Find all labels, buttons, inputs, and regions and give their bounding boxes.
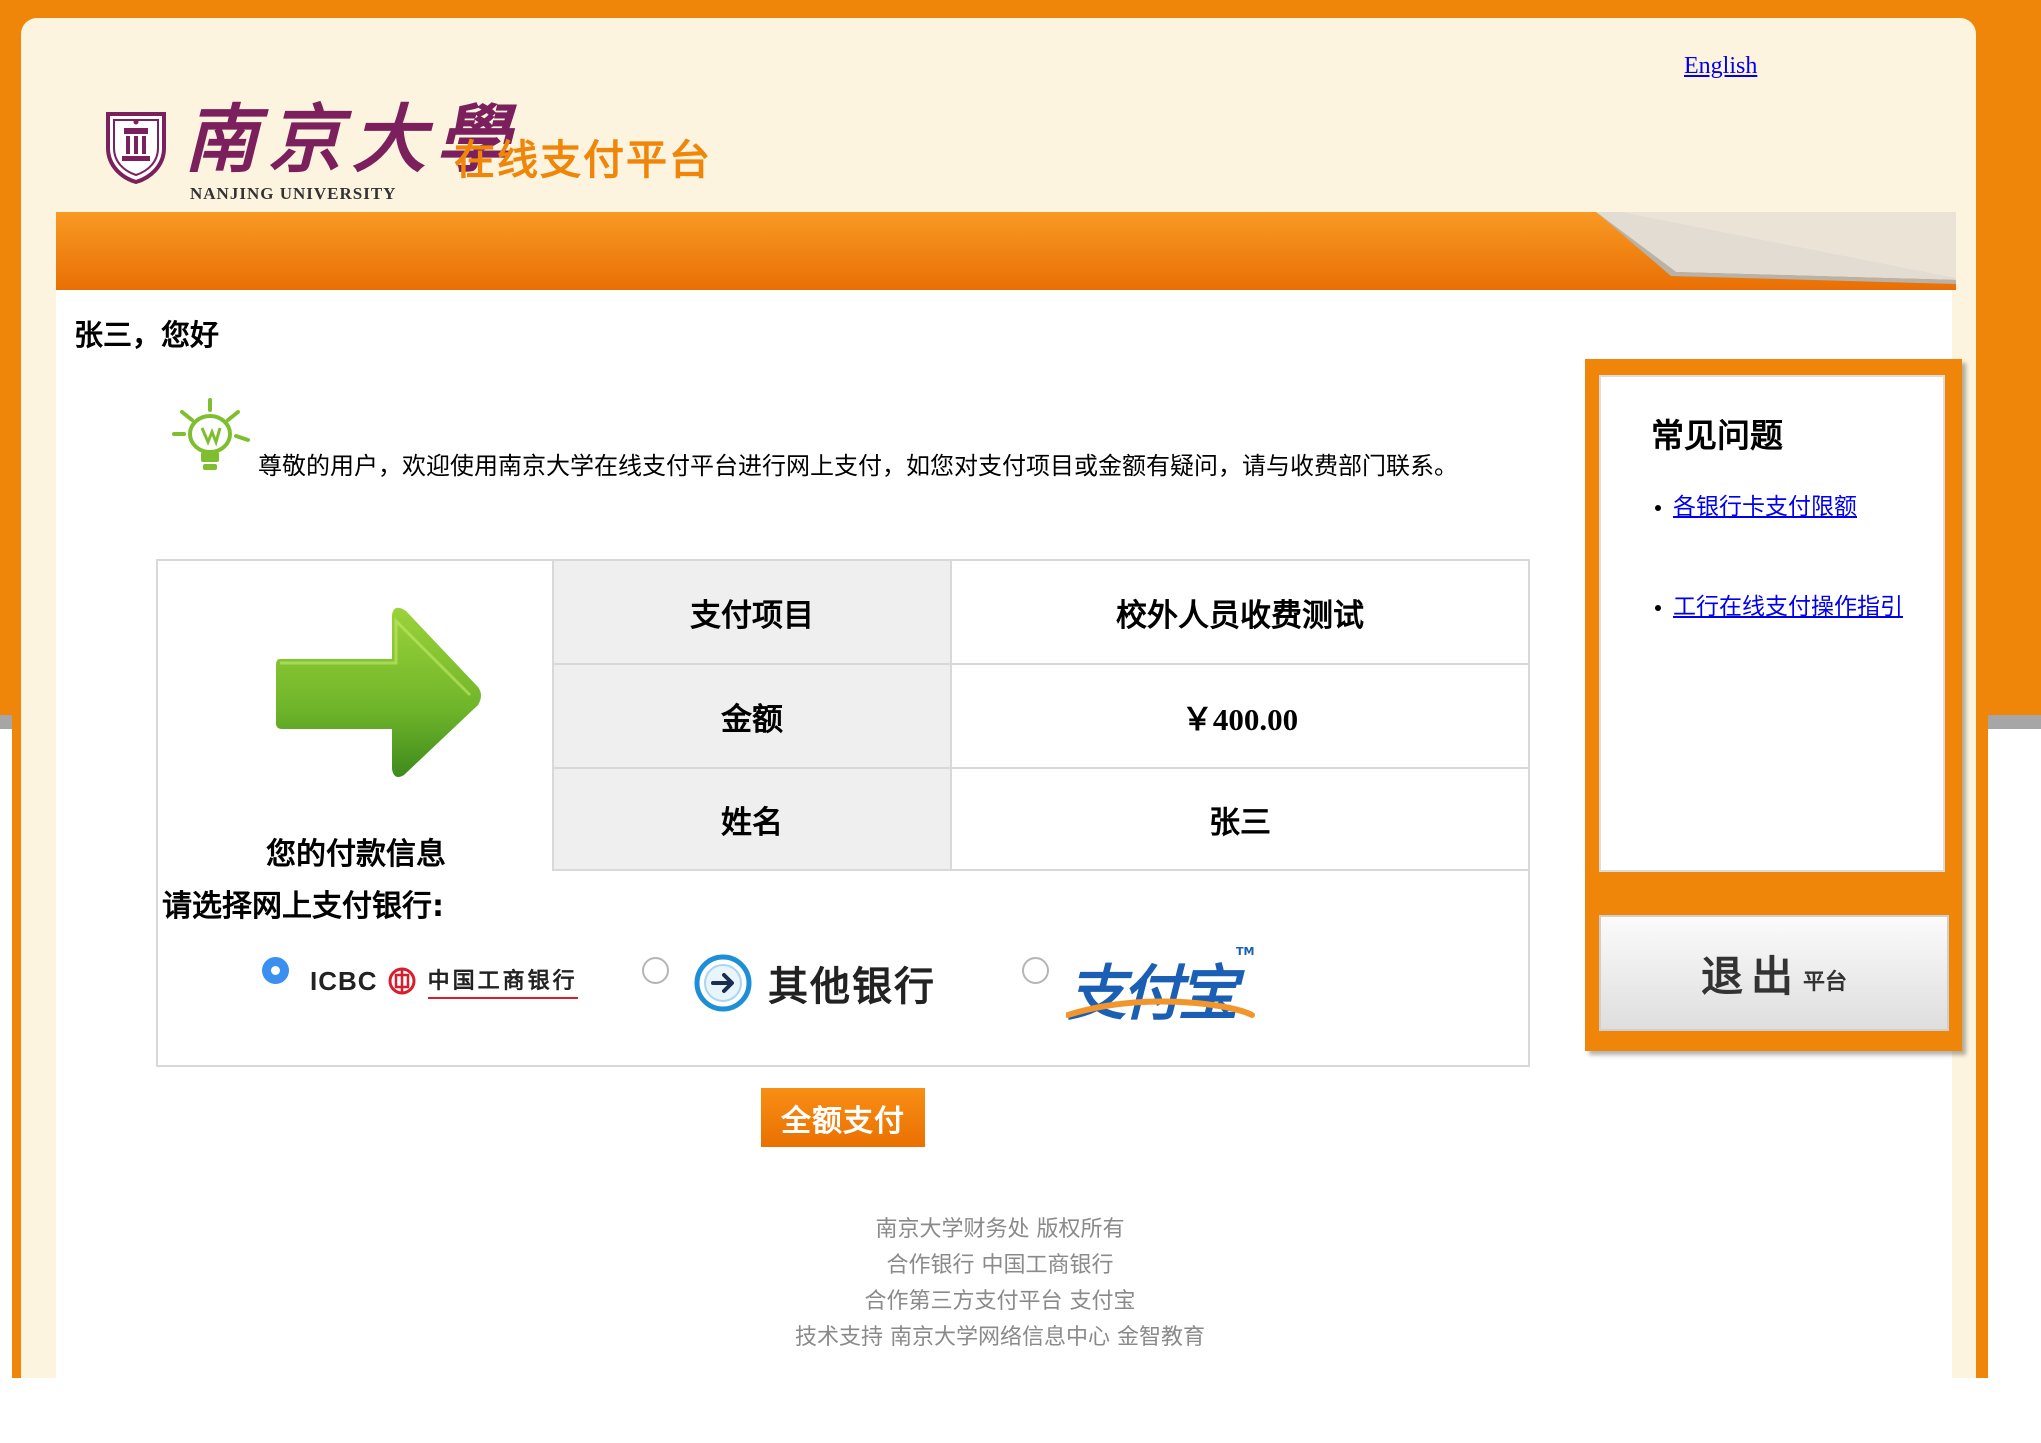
- platform-title: 在线支付平台: [454, 136, 712, 184]
- nju-logo: 南京大學 NANJING UNIVERSITY: [104, 98, 510, 204]
- page-background-divider-right: [1988, 715, 2041, 729]
- footer-line-third-party: 合作第三方支付平台 支付宝: [864, 1289, 1136, 1314]
- exit-button-sublabel: 平台: [1803, 970, 1848, 995]
- info-row-name: 姓名 张三: [554, 769, 1528, 871]
- arrow-circle-icon: [694, 954, 752, 1012]
- exit-button-label: 退出: [1700, 951, 1801, 1001]
- bank-option-alipay[interactable]: 支付宝 TM: [1022, 945, 1282, 1029]
- logo-english-name: NANJING UNIVERSITY: [190, 184, 397, 203]
- info-row-item: 支付项目 校外人员收费测试: [554, 561, 1528, 665]
- icbc-logo-icon[interactable]: ICBC 中国工商银行: [310, 959, 610, 1003]
- info-value-item: 校外人员收费测试: [1116, 597, 1364, 634]
- info-label-item: 支付项目: [554, 561, 952, 663]
- bank-option-icbc[interactable]: ICBC 中国工商银行: [262, 955, 622, 1025]
- footer: 南京大学财务处 版权所有 合作银行 中国工商银行 合作第三方支付平台 支付宝 技…: [700, 1212, 1300, 1356]
- faq-box: 常见问题 各银行卡支付限额 工行在线支付操作指引: [1599, 375, 1945, 872]
- alipay-trademark: TM: [1236, 945, 1255, 958]
- welcome-message: 尊敬的用户，欢迎使用南京大学在线支付平台进行网上支付，如您对支付项目或金额有疑问…: [258, 452, 1458, 480]
- faq-item-bank-limits: 各银行卡支付限额: [1655, 487, 1857, 521]
- right-arrow-icon: [276, 607, 481, 777]
- faq-panel: 常见问题 各银行卡支付限额 工行在线支付操作指引 退出 平台: [1585, 359, 1962, 1051]
- info-label-amount: 金额: [554, 665, 952, 767]
- faq-link-icbc-guide[interactable]: 工行在线支付操作指引: [1673, 594, 1903, 620]
- other-bank-logo[interactable]: 其他银行: [694, 951, 936, 1015]
- header-banner: [56, 212, 1956, 290]
- payment-info-caption-cell: 您的付款信息: [158, 561, 554, 872]
- info-value-name: 张三: [1209, 804, 1271, 841]
- full-payment-button[interactable]: 全额支付: [761, 1088, 925, 1147]
- faq-link-bank-limits[interactable]: 各银行卡支付限额: [1673, 494, 1857, 520]
- page-side-strip-right: [1976, 715, 1988, 1378]
- info-value-amount: ￥400.00: [1181, 701, 1299, 737]
- payment-info-table: 您的付款信息 支付项目 校外人员收费测试 金额 ￥400.00 姓名 张三 请选…: [156, 559, 1530, 1067]
- bank-selection-prompt: 请选择网上支付银行:: [162, 889, 444, 924]
- page-background-divider-left: [0, 715, 12, 729]
- alipay-swoosh-icon: [1066, 998, 1255, 1018]
- faq-title: 常见问题: [1651, 416, 1783, 455]
- bullet-icon: [1655, 604, 1661, 611]
- language-switch-link[interactable]: English: [1684, 53, 1757, 80]
- footer-line-bank: 合作银行 中国工商银行: [886, 1253, 1114, 1278]
- faq-item-icbc-guide: 工行在线支付操作指引: [1655, 587, 1903, 621]
- user-greeting: 张三，您好: [74, 318, 220, 352]
- page-side-strip-left: [12, 715, 21, 1378]
- info-label-name: 姓名: [554, 769, 952, 869]
- radio-other-bank[interactable]: [642, 957, 669, 984]
- footer-line-copyright: 南京大学财务处 版权所有: [875, 1217, 1125, 1242]
- icbc-logo-english: ICBC: [310, 965, 378, 996]
- bank-option-other[interactable]: 其他银行: [642, 954, 942, 1025]
- bullet-icon: [1655, 504, 1661, 511]
- info-row-amount: 金额 ￥400.00: [554, 665, 1528, 769]
- icbc-emblem-icon: [388, 967, 416, 995]
- nju-crest-icon: [106, 112, 166, 184]
- radio-icbc[interactable]: [262, 957, 289, 984]
- footer-line-tech-support: 技术支持 南京大学网络信息中心 金智教育: [795, 1325, 1205, 1350]
- payment-info-caption: 您的付款信息: [266, 837, 446, 872]
- icbc-logo-chinese: 中国工商银行: [427, 963, 578, 999]
- other-bank-label: 其他银行: [768, 964, 936, 1010]
- radio-alipay[interactable]: [1022, 957, 1049, 984]
- alipay-logo-icon[interactable]: 支付宝 TM: [1066, 945, 1256, 1029]
- exit-platform-button[interactable]: 退出 平台: [1599, 915, 1949, 1031]
